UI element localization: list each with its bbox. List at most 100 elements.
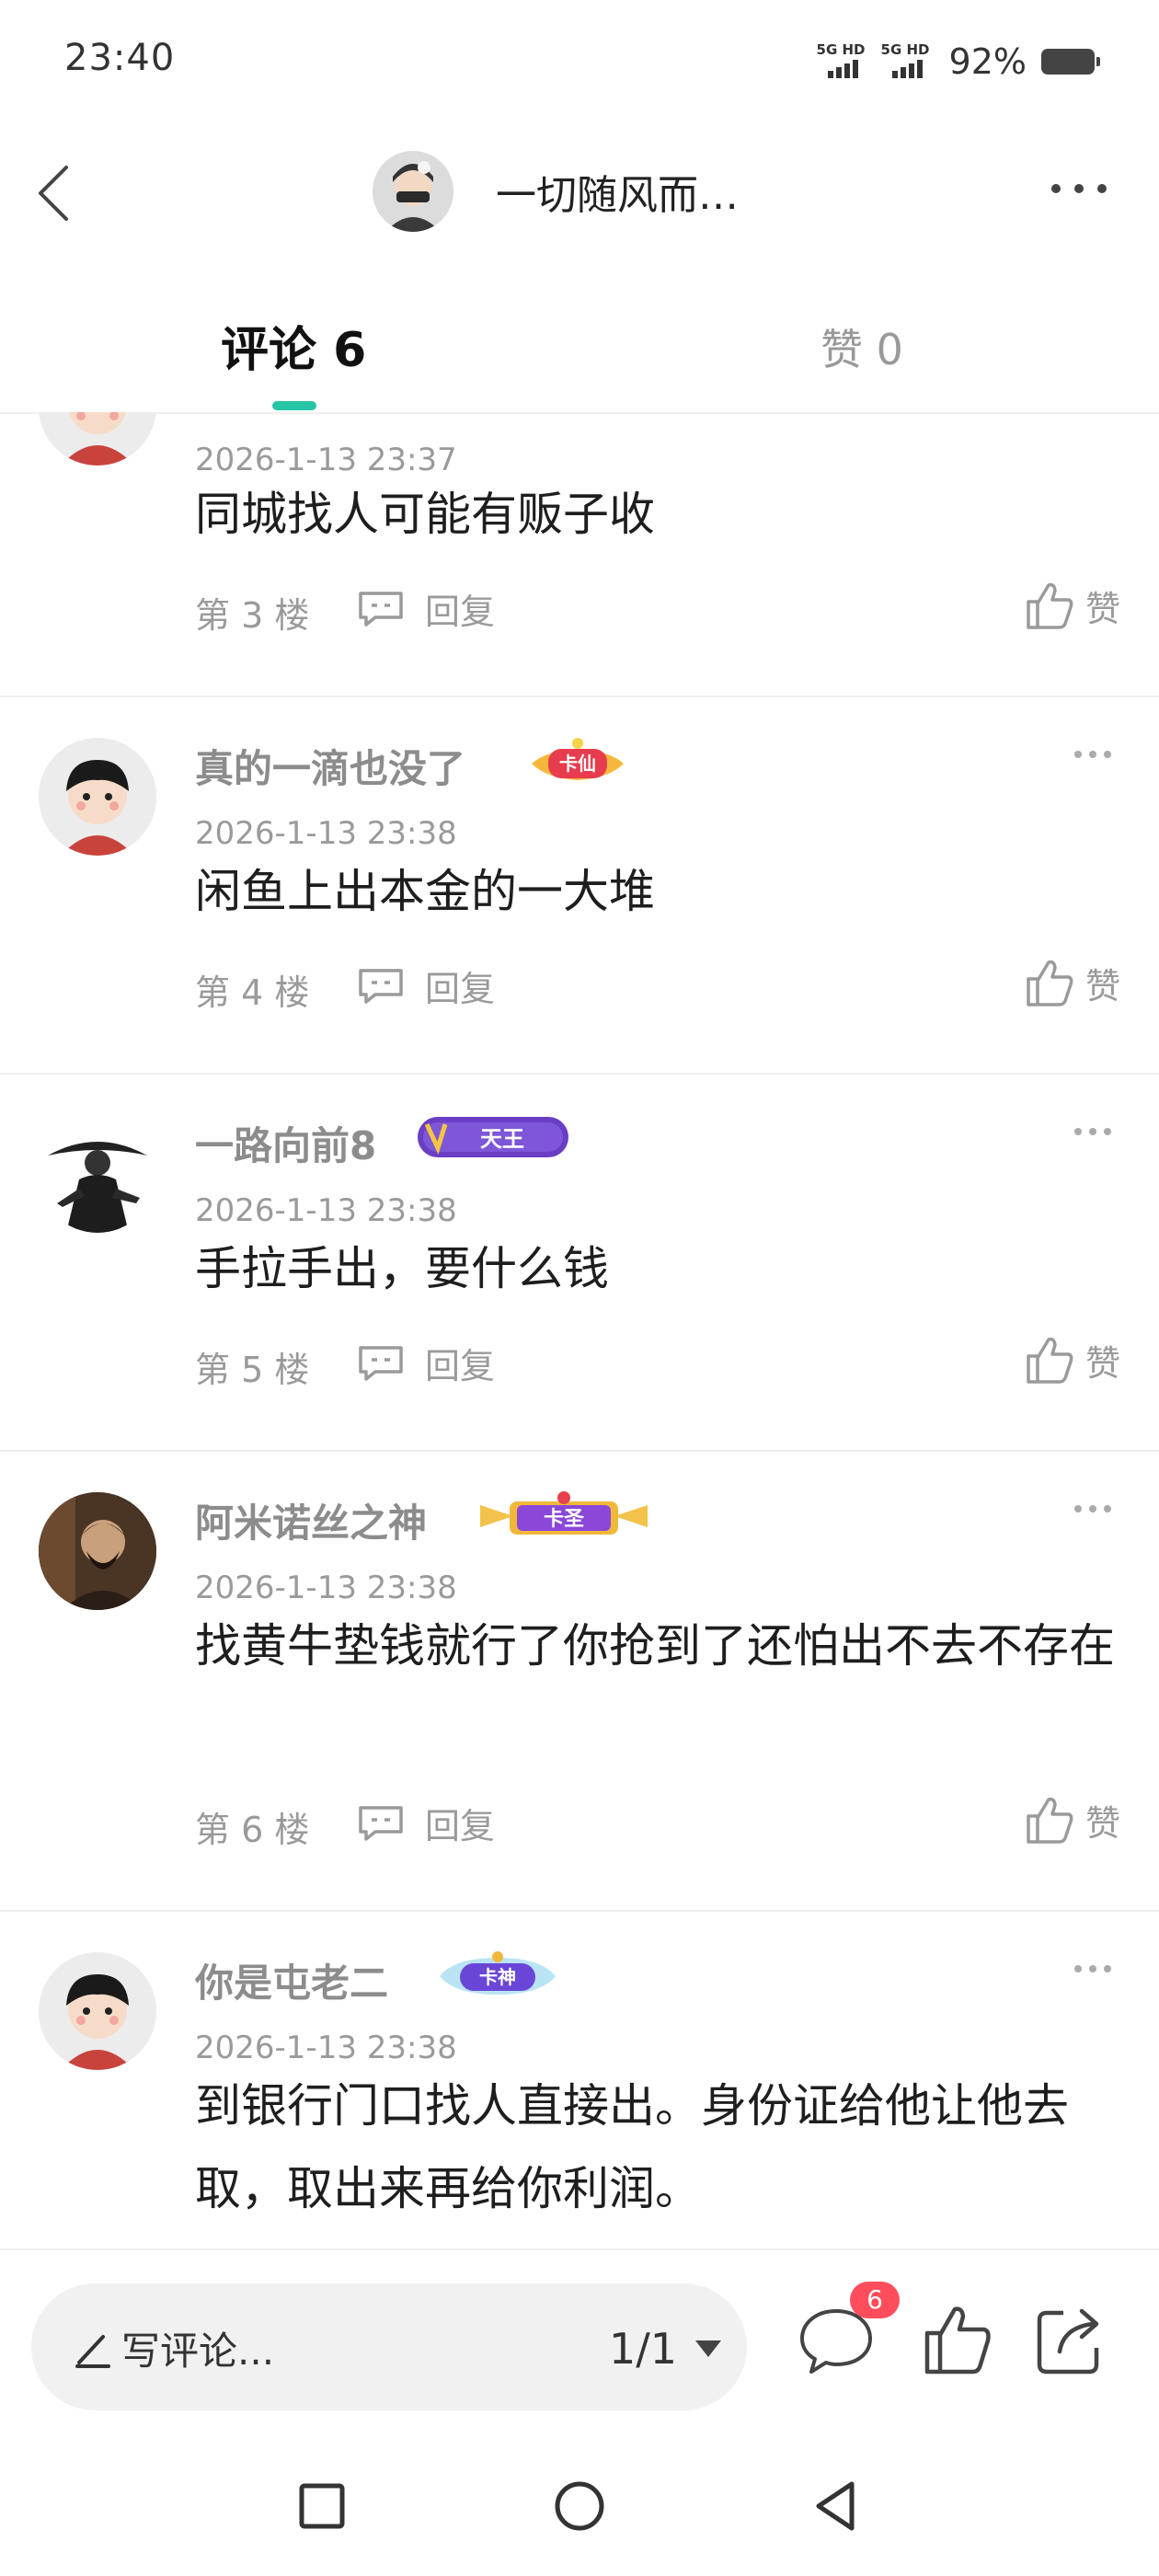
like-post-button[interactable] (916, 2298, 999, 2381)
more-horizontal-icon (1074, 1505, 1111, 1512)
more-horizontal-icon (1051, 184, 1107, 193)
more-button[interactable] (1047, 175, 1111, 202)
comment-more-button[interactable] (1073, 1501, 1113, 1514)
avatar[interactable] (39, 1952, 156, 2070)
comment-more-button[interactable] (1073, 747, 1113, 760)
chevron-left-icon (39, 166, 68, 221)
thumbs-up-icon (1027, 1797, 1073, 1844)
badge-label: 天王 (480, 1125, 524, 1152)
reply-button[interactable]: 回复 (355, 960, 495, 1011)
thumbs-up-icon (924, 2306, 991, 2375)
share-icon (1037, 2308, 1099, 2375)
tab-likes[interactable]: 赞 0 (820, 316, 903, 377)
comment-input-placeholder: 写评论... (70, 2320, 274, 2376)
reply-label: 回复 (425, 1806, 496, 1846)
avatar[interactable] (39, 1115, 156, 1233)
input-placeholder-text: 写评论... (121, 2329, 275, 2374)
comment-more-button[interactable] (1073, 1124, 1113, 1137)
commenter-name[interactable]: 阿米诺丝之神 (195, 1492, 427, 1548)
share-button[interactable] (1028, 2298, 1111, 2381)
reply-icon (359, 591, 403, 627)
recents-button[interactable] (293, 2477, 351, 2536)
tab-bar: 评论 6 赞 0 (0, 304, 1159, 414)
comment-text: 到银行门口找人直接出。身份证给他让他去取，取出来再给你利润。 (195, 2079, 1069, 2215)
comment-text: 找黄牛垫钱就行了你抢到了还怕出不去不存在 (195, 1619, 1115, 1673)
badge-label: 卡仙 (559, 753, 596, 775)
comment-action-bar: 写评论... 1/1 6 (0, 2248, 1159, 2423)
reply-icon (359, 968, 403, 1004)
level-badge: 卡神 (440, 1951, 556, 1995)
comment-time: 2026-1-13 23:38 (195, 815, 457, 852)
like-button[interactable]: 赞 (1021, 1792, 1120, 1847)
floor-number: 第 5 楼 (195, 1350, 310, 1390)
comment-item: 你是屯老二 卡神 2026-1-13 23:38 到银行门口找人直接出。身份证给… (0, 1912, 1159, 2247)
reply-label: 回复 (425, 969, 496, 1009)
like-label: 赞 (1084, 1802, 1120, 1844)
floor-number: 第 6 楼 (195, 1810, 310, 1850)
avatar[interactable] (373, 151, 453, 232)
back-button[interactable] (26, 156, 90, 230)
commenter-name[interactable]: 真的一滴也没了 (195, 738, 465, 794)
level-badge: 卡圣 (480, 1491, 648, 1535)
avatar[interactable] (39, 738, 156, 856)
badge-label: 卡神 (479, 1966, 516, 1988)
comment-item: 一路向前8 天王 2026-1-13 23:38 手拉手出，要什么钱 第 5 楼… (0, 1075, 1159, 1452)
reply-button[interactable]: 回复 (355, 1798, 495, 1848)
post-author[interactable]: 一切随风而… (373, 151, 739, 232)
avatar[interactable] (39, 1492, 156, 1610)
floor-number: 第 4 楼 (195, 972, 310, 1013)
comment-text: 同城找人可能有贩子收 (195, 488, 655, 541)
reply-button[interactable]: 回复 (355, 583, 495, 634)
signal-icon: 5G HD (817, 41, 872, 82)
comment-time: 2026-1-13 23:38 (195, 2030, 457, 2066)
more-horizontal-icon (1074, 1128, 1111, 1135)
active-tab-indicator (272, 401, 316, 410)
thumbs-up-icon (1027, 1337, 1073, 1384)
page-indicator[interactable]: 1/1 (609, 2324, 677, 2374)
status-indicators: 5G HD 5G HD 92% (817, 39, 1100, 85)
home-button[interactable] (550, 2477, 609, 2536)
comment-text: 手拉手出，要什么钱 (195, 1242, 609, 1295)
reply-label: 回复 (425, 592, 496, 632)
tab-comments[interactable]: 评论 6 (221, 311, 366, 380)
comment-count-badge: 6 (850, 2282, 900, 2318)
top-app-bar: 一切随风而… (0, 138, 1159, 248)
comment-time: 2026-1-13 23:38 (195, 1570, 457, 1606)
pencil-icon (75, 2334, 110, 2368)
system-navigation-bar (0, 2429, 1159, 2576)
comment-item: 2026-1-13 23:37 同城找人可能有贩子收 第 3 楼 回复 赞 (0, 412, 1159, 697)
commenter-name[interactable]: 你是屯老二 (195, 1952, 388, 2008)
battery-percent: 92% (948, 41, 1027, 82)
signal-icon: 5G HD (881, 41, 936, 82)
status-time: 23:40 (64, 37, 176, 79)
reply-button[interactable]: 回复 (355, 1338, 495, 1388)
comment-item: 阿米诺丝之神 卡圣 2026-1-13 23:38 找黄牛垫钱就行了你抢到了还怕… (0, 1452, 1159, 1912)
commenter-name[interactable]: 一路向前8 (195, 1115, 376, 1171)
like-button[interactable]: 赞 (1021, 1332, 1120, 1387)
badge-label: 卡圣 (544, 1508, 585, 1531)
signal-label: 5G HD (880, 41, 930, 58)
like-button[interactable]: 赞 (1021, 955, 1120, 1010)
avatar[interactable] (39, 412, 156, 466)
signal-label: 5G HD (816, 41, 866, 58)
thumbs-up-icon (1027, 582, 1073, 629)
thumbs-up-icon (1027, 960, 1073, 1006)
like-button[interactable]: 赞 (1021, 578, 1120, 633)
triangle-back-icon (816, 2481, 855, 2531)
comment-list[interactable]: 2026-1-13 23:37 同城找人可能有贩子收 第 3 楼 回复 赞 真的… (0, 412, 1159, 2247)
reply-label: 回复 (425, 1346, 496, 1386)
caret-down-icon[interactable] (694, 2339, 723, 2359)
like-label: 赞 (1084, 965, 1120, 1006)
square-icon (299, 2483, 345, 2529)
more-horizontal-icon (1074, 1965, 1111, 1972)
comments-button[interactable]: 6 (795, 2282, 900, 2381)
back-nav-button[interactable] (808, 2477, 866, 2536)
comment-text: 闲鱼上出本金的一大堆 (195, 865, 655, 918)
comment-input[interactable]: 写评论... 1/1 (31, 2283, 747, 2410)
status-bar: 23:40 5G HD 5G HD 92% (0, 0, 1159, 120)
comment-item: 真的一滴也没了 卡仙 2026-1-13 23:38 闲鱼上出本金的一大堆 第 … (0, 697, 1159, 1075)
more-horizontal-icon (1074, 751, 1111, 758)
comment-more-button[interactable] (1073, 1961, 1113, 1974)
like-label: 赞 (1084, 588, 1120, 629)
like-label: 赞 (1084, 1342, 1120, 1384)
